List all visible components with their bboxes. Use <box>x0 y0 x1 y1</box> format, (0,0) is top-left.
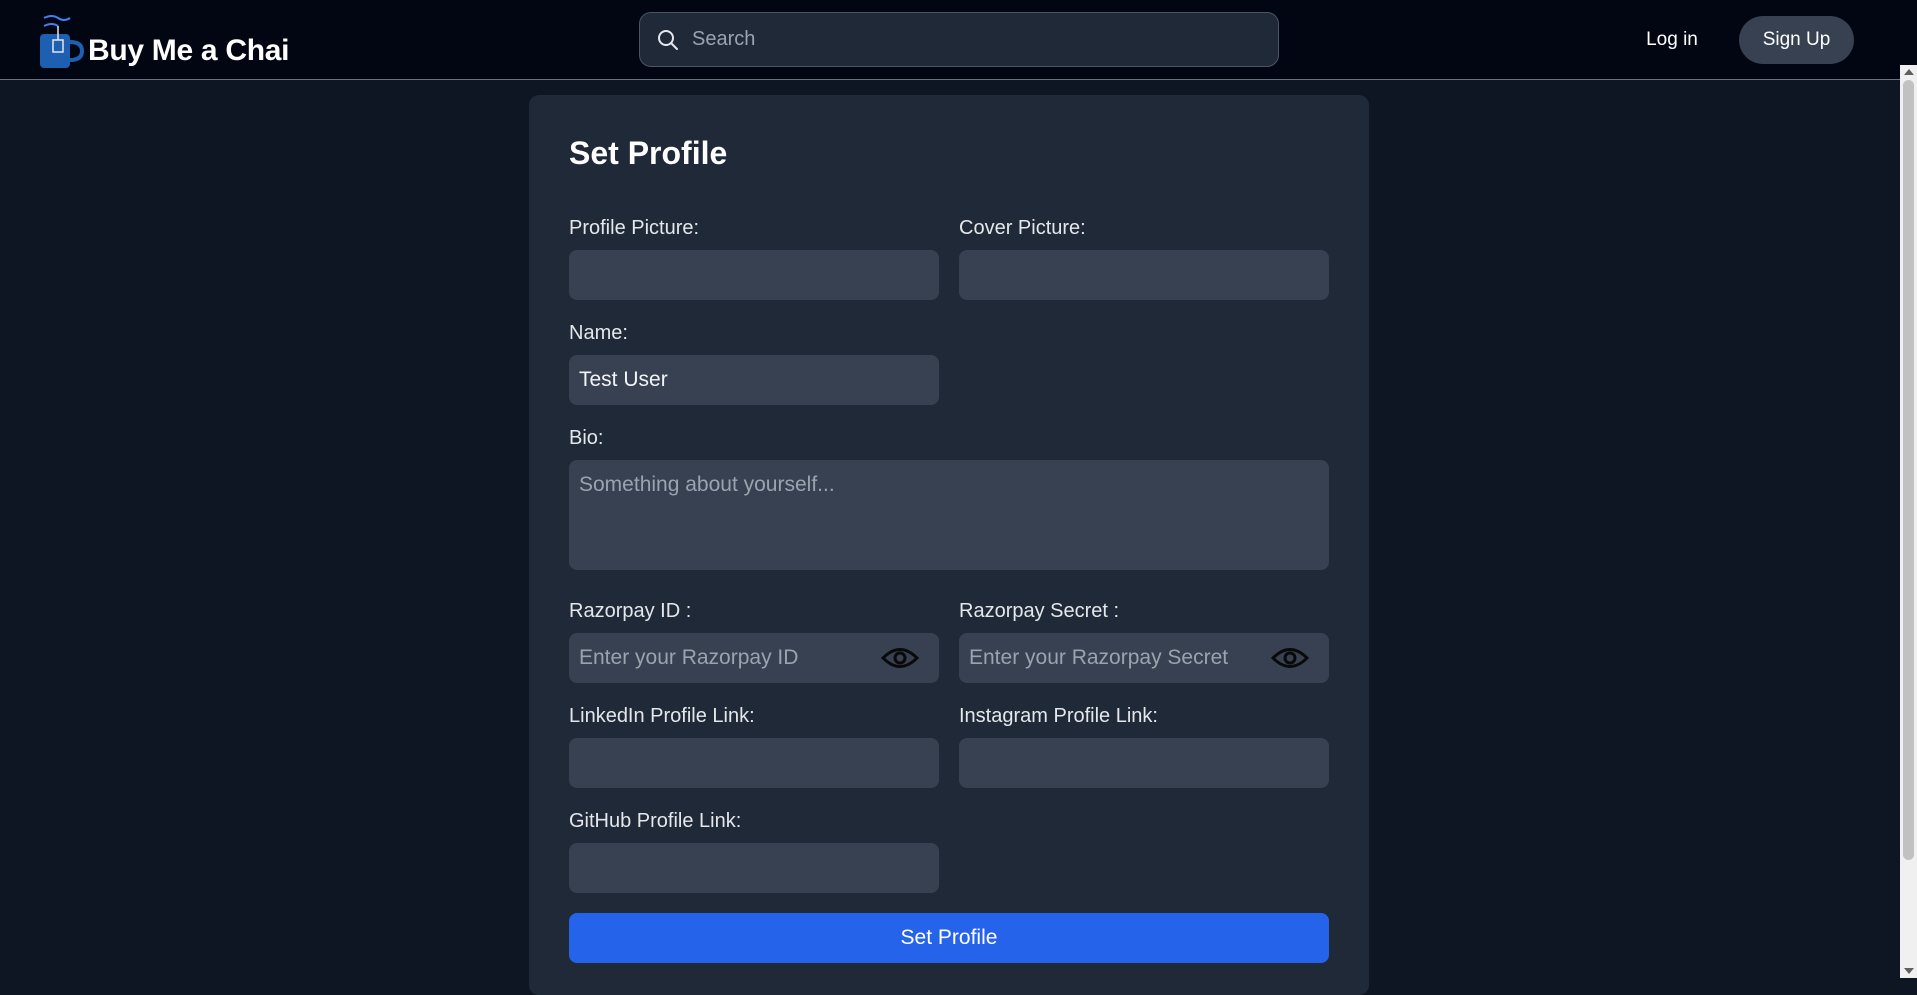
name-label: Name: <box>569 322 628 344</box>
bio-label: Bio: <box>569 427 604 449</box>
search-input[interactable] <box>692 28 1252 51</box>
eye-icon[interactable] <box>1271 645 1309 671</box>
brand-name: Buy Me a Chai <box>88 34 290 67</box>
razorpay-secret-label: Razorpay Secret : <box>959 600 1120 622</box>
scroll-up-arrow-icon[interactable] <box>1904 69 1914 75</box>
signup-button[interactable]: Sign Up <box>1739 16 1854 64</box>
scroll-down-arrow-icon[interactable] <box>1904 968 1914 974</box>
top-navbar: Buy Me a Chai Log in Sign Up <box>0 0 1917 80</box>
search-icon <box>658 30 678 50</box>
instagram-input[interactable] <box>959 738 1329 788</box>
github-label: GitHub Profile Link: <box>569 810 742 832</box>
linkedin-input[interactable] <box>569 738 939 788</box>
name-input[interactable] <box>569 355 939 405</box>
set-profile-button[interactable]: Set Profile <box>569 913 1329 963</box>
bio-textarea[interactable] <box>569 460 1329 570</box>
linkedin-label: LinkedIn Profile Link: <box>569 705 755 727</box>
profile-picture-label: Profile Picture: <box>569 217 700 239</box>
eye-icon[interactable] <box>881 645 919 671</box>
cover-picture-input[interactable] <box>959 250 1329 300</box>
brand[interactable]: Buy Me a Chai <box>38 12 289 70</box>
razorpay-id-label: Razorpay ID : <box>569 600 692 622</box>
instagram-label: Instagram Profile Link: <box>959 705 1158 727</box>
login-button[interactable]: Log in <box>1630 18 1714 62</box>
cover-picture-label: Cover Picture: <box>959 217 1086 239</box>
chai-cup-icon <box>40 15 84 68</box>
vertical-scrollbar[interactable] <box>1900 65 1917 978</box>
page-title: Set Profile <box>569 135 728 171</box>
profile-form-card: Set Profile Profile Picture: Cover Pictu… <box>529 95 1369 995</box>
github-input[interactable] <box>569 843 939 893</box>
scrollbar-thumb[interactable] <box>1903 80 1914 860</box>
profile-picture-input[interactable] <box>569 250 939 300</box>
search-bar <box>639 12 1279 67</box>
